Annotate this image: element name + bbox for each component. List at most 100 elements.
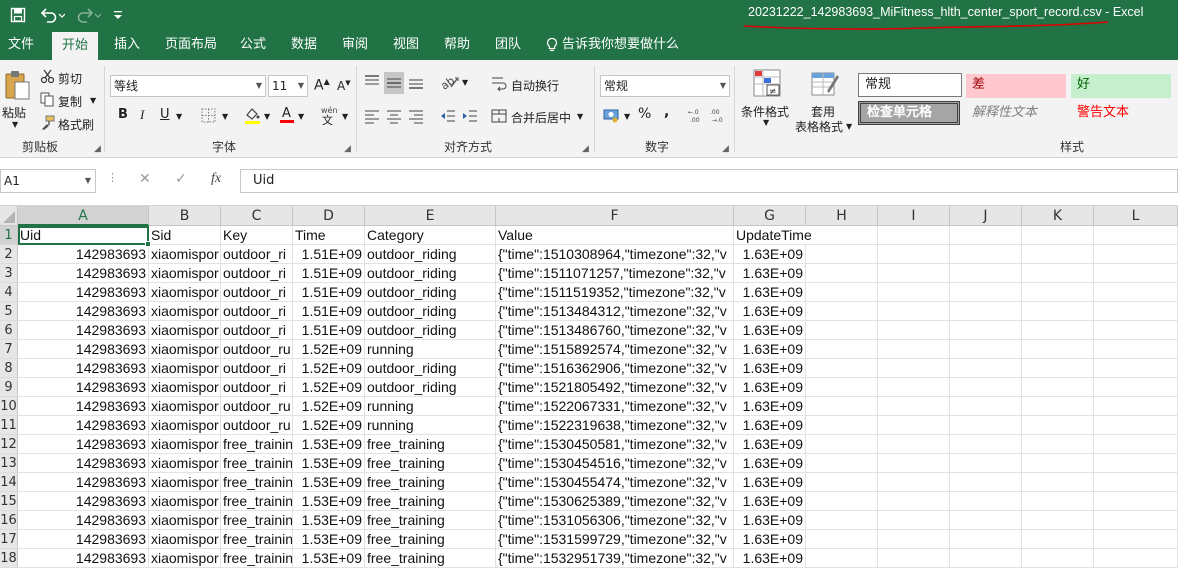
table-cell[interactable]: outdoor_riding — [365, 283, 496, 302]
underline-dropdown-icon[interactable]: ▼ — [176, 112, 182, 121]
table-cell[interactable]: 142983693 — [18, 549, 149, 568]
tab-home[interactable]: 开始 — [52, 32, 99, 60]
table-cell[interactable] — [1094, 302, 1178, 321]
row-header[interactable]: 6 — [0, 321, 18, 340]
table-cell[interactable] — [806, 321, 878, 340]
table-cell[interactable] — [806, 549, 878, 568]
alignment-launcher-icon[interactable]: ◢ — [582, 144, 589, 154]
decrease-decimal-icon[interactable]: .00 →.0 — [710, 106, 728, 124]
table-cell[interactable] — [806, 454, 878, 473]
cut-button[interactable]: 剪切 — [58, 70, 82, 87]
select-all-corner[interactable] — [0, 206, 18, 226]
table-cell[interactable]: 142983693 — [18, 454, 149, 473]
table-cell[interactable]: outdoor_ri — [221, 302, 293, 321]
table-cell[interactable]: {"time":1530625389,"timezone":32,"v — [496, 492, 734, 511]
table-cell[interactable] — [1094, 416, 1178, 435]
row-header[interactable]: 8 — [0, 359, 18, 378]
table-cell[interactable]: 1.63E+09 — [734, 416, 806, 435]
table-cell[interactable] — [1094, 530, 1178, 549]
table-cell[interactable]: 1.51E+09 — [293, 302, 365, 321]
column-header-i[interactable]: I — [878, 206, 950, 226]
row-header[interactable]: 10 — [0, 397, 18, 416]
table-cell[interactable]: xiaomispor — [149, 359, 221, 378]
tab-data[interactable]: 数据 — [291, 30, 317, 60]
row-header[interactable]: 12 — [0, 435, 18, 454]
font-size-combo[interactable]: 11 ▼ — [268, 75, 308, 97]
table-cell[interactable]: outdoor_riding — [365, 321, 496, 340]
clipboard-launcher-icon[interactable]: ◢ — [94, 144, 101, 154]
table-cell[interactable]: 1.52E+09 — [293, 397, 365, 416]
table-cell[interactable]: {"time":1530454516,"timezone":32,"v — [496, 454, 734, 473]
decrease-font-button[interactable]: A▼ — [337, 79, 351, 93]
conditional-formatting-icon[interactable]: ≠ — [752, 68, 782, 98]
table-cell[interactable]: 1.53E+09 — [293, 454, 365, 473]
table-cell[interactable]: xiaomispor — [149, 511, 221, 530]
align-bottom-icon[interactable] — [406, 72, 426, 92]
table-cell[interactable]: running — [365, 397, 496, 416]
table-cell[interactable]: outdoor_riding — [365, 359, 496, 378]
table-cell[interactable]: xiaomispor — [149, 264, 221, 283]
table-cell[interactable]: {"time":1516362906,"timezone":32,"v — [496, 359, 734, 378]
align-top-icon[interactable] — [362, 72, 382, 92]
table-cell[interactable] — [1094, 359, 1178, 378]
table-cell[interactable]: xiaomispor — [149, 340, 221, 359]
table-cell[interactable]: running — [365, 416, 496, 435]
table-cell[interactable] — [950, 435, 1022, 454]
table-cell[interactable] — [878, 473, 950, 492]
undo-icon[interactable] — [36, 4, 68, 26]
wrap-text-button[interactable]: 自动换行 — [511, 77, 559, 94]
comma-button[interactable]: , — [664, 104, 669, 120]
table-cell[interactable]: running — [365, 340, 496, 359]
table-cell[interactable] — [878, 340, 950, 359]
customize-qat-icon[interactable] — [110, 4, 126, 26]
column-header-c[interactable]: C — [221, 206, 293, 226]
merge-center-button[interactable]: 合并后居中 — [511, 109, 571, 126]
table-cell[interactable] — [878, 245, 950, 264]
table-cell[interactable] — [806, 397, 878, 416]
table-cell[interactable]: {"time":1513484312,"timezone":32,"v — [496, 302, 734, 321]
decrease-indent-icon[interactable] — [438, 106, 458, 126]
table-cell[interactable] — [950, 321, 1022, 340]
table-cell[interactable]: xiaomispor — [149, 321, 221, 340]
table-cell[interactable] — [950, 245, 1022, 264]
table-cell[interactable]: xiaomispor — [149, 492, 221, 511]
table-cell[interactable]: 1.63E+09 — [734, 492, 806, 511]
format-table-dropdown-icon[interactable]: ▼ — [846, 122, 852, 131]
number-format-combo[interactable]: 常规 ▼ — [600, 75, 730, 97]
style-check-cell[interactable]: 检查单元格 — [858, 101, 960, 125]
table-cell[interactable] — [806, 302, 878, 321]
style-explanatory[interactable]: 解释性文本 — [966, 102, 1066, 126]
tab-help[interactable]: 帮助 — [444, 30, 470, 60]
header-cell[interactable] — [878, 226, 950, 245]
table-cell[interactable]: outdoor_ri — [221, 378, 293, 397]
align-right-icon[interactable] — [406, 106, 426, 126]
increase-font-button[interactable]: A▲ — [314, 77, 330, 94]
style-bad[interactable]: 差 — [966, 74, 1066, 98]
phonetic-guide-icon[interactable]: wén 文 — [318, 104, 340, 126]
style-warning[interactable]: 警告文本 — [1071, 102, 1171, 126]
conditional-dropdown-icon[interactable]: ▼ — [763, 118, 769, 127]
table-cell[interactable]: {"time":1531056306,"timezone":32,"v — [496, 511, 734, 530]
table-cell[interactable]: 142983693 — [18, 321, 149, 340]
table-cell[interactable] — [806, 511, 878, 530]
table-cell[interactable] — [1094, 245, 1178, 264]
table-cell[interactable] — [950, 454, 1022, 473]
table-cell[interactable]: {"time":1511071257,"timezone":32,"v — [496, 264, 734, 283]
merge-dropdown-icon[interactable]: ▼ — [577, 112, 583, 121]
fill-handle[interactable] — [145, 241, 151, 247]
header-cell[interactable]: Time — [293, 226, 365, 245]
header-cell[interactable] — [806, 226, 878, 245]
table-cell[interactable] — [1022, 511, 1094, 530]
accounting-dropdown-icon[interactable]: ▼ — [624, 112, 630, 121]
table-cell[interactable]: 1.53E+09 — [293, 511, 365, 530]
header-cell[interactable] — [1094, 226, 1178, 245]
table-cell[interactable] — [878, 492, 950, 511]
table-cell[interactable]: xiaomispor — [149, 416, 221, 435]
table-cell[interactable] — [878, 359, 950, 378]
table-cell[interactable]: {"time":1530450581,"timezone":32,"v — [496, 435, 734, 454]
table-cell[interactable]: free_training — [365, 511, 496, 530]
italic-button[interactable]: I — [140, 107, 144, 123]
name-box[interactable]: A1 ▼ — [0, 169, 96, 193]
table-cell[interactable]: 1.63E+09 — [734, 549, 806, 568]
table-cell[interactable] — [950, 340, 1022, 359]
